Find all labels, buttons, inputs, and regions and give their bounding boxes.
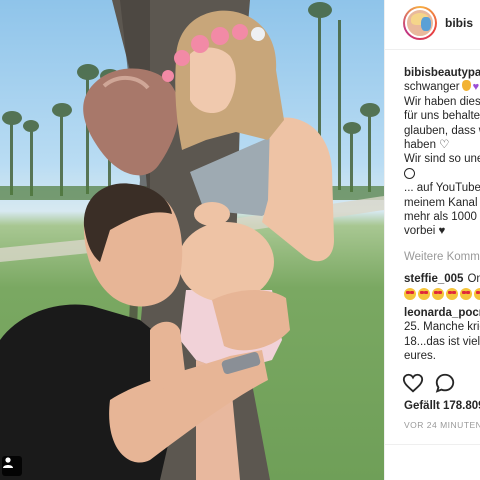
heart-eyes-icon [418, 288, 430, 301]
photo-scene [0, 0, 384, 480]
emoji-icon [461, 80, 471, 92]
caption-line: vorbei ♥ [404, 225, 446, 238]
likes-count[interactable]: Gefällt 178.809 [404, 400, 480, 412]
heart-eyes-icon [460, 288, 472, 301]
comment: leonarda_pocrn 25. Manche krie 18...das … [404, 306, 480, 364]
speech-bubble-icon[interactable] [434, 372, 456, 394]
caption-line: Wir sind so une [404, 153, 480, 166]
comment-username[interactable]: leonarda_pocrn [404, 307, 480, 319]
comment-text: Om [467, 273, 480, 285]
add-comment-area[interactable] [384, 444, 480, 480]
comment: steffie_005 Om [404, 272, 480, 303]
caption-line: mehr als 1000 V [404, 211, 480, 224]
heart-outline-icon[interactable] [402, 372, 424, 394]
caption: bibisbeautypala schwanger♥ Wir haben die… [404, 66, 480, 239]
panel-content-clip: bibis bibisbeautypala schwanger♥ Wir hab… [384, 0, 480, 480]
comment-line: eures. [404, 350, 436, 363]
caption-line: meinem Kanal d [404, 196, 480, 209]
comment-line: 18...das ist viel z [404, 335, 480, 348]
caption-line: glauben, dass w [404, 124, 480, 137]
post-photo[interactable] [0, 0, 384, 480]
caption-username[interactable]: bibisbeautypala [404, 66, 480, 80]
caption-line: haben ♡ [404, 139, 450, 152]
heart-eyes-icon [446, 288, 458, 301]
caption-line: Wir haben diese [404, 95, 480, 108]
caption-line [404, 167, 480, 181]
comment-username[interactable]: steffie_005 [404, 273, 463, 285]
load-more-comments-link[interactable]: Weitere Komme [404, 251, 480, 263]
user-tag-icon[interactable] [2, 456, 22, 476]
caption-line: ... auf YouTube is [404, 182, 480, 195]
caption-line: für uns behalten [404, 110, 480, 123]
speech-emoji-icon [404, 167, 415, 179]
heart-eyes-icon [404, 288, 416, 301]
purple-heart-icon: ♥ [472, 81, 480, 94]
heart-eyes-emoji-row [404, 288, 480, 302]
comment-line: 25. Manche krie [404, 321, 480, 334]
heart-eyes-icon [432, 288, 444, 301]
heart-eyes-icon [474, 288, 480, 301]
post-timestamp[interactable]: VOR 24 MINUTEN [404, 420, 480, 430]
header-username[interactable]: bibis [445, 16, 473, 30]
caption-line: schwanger ♥ [404, 80, 480, 94]
